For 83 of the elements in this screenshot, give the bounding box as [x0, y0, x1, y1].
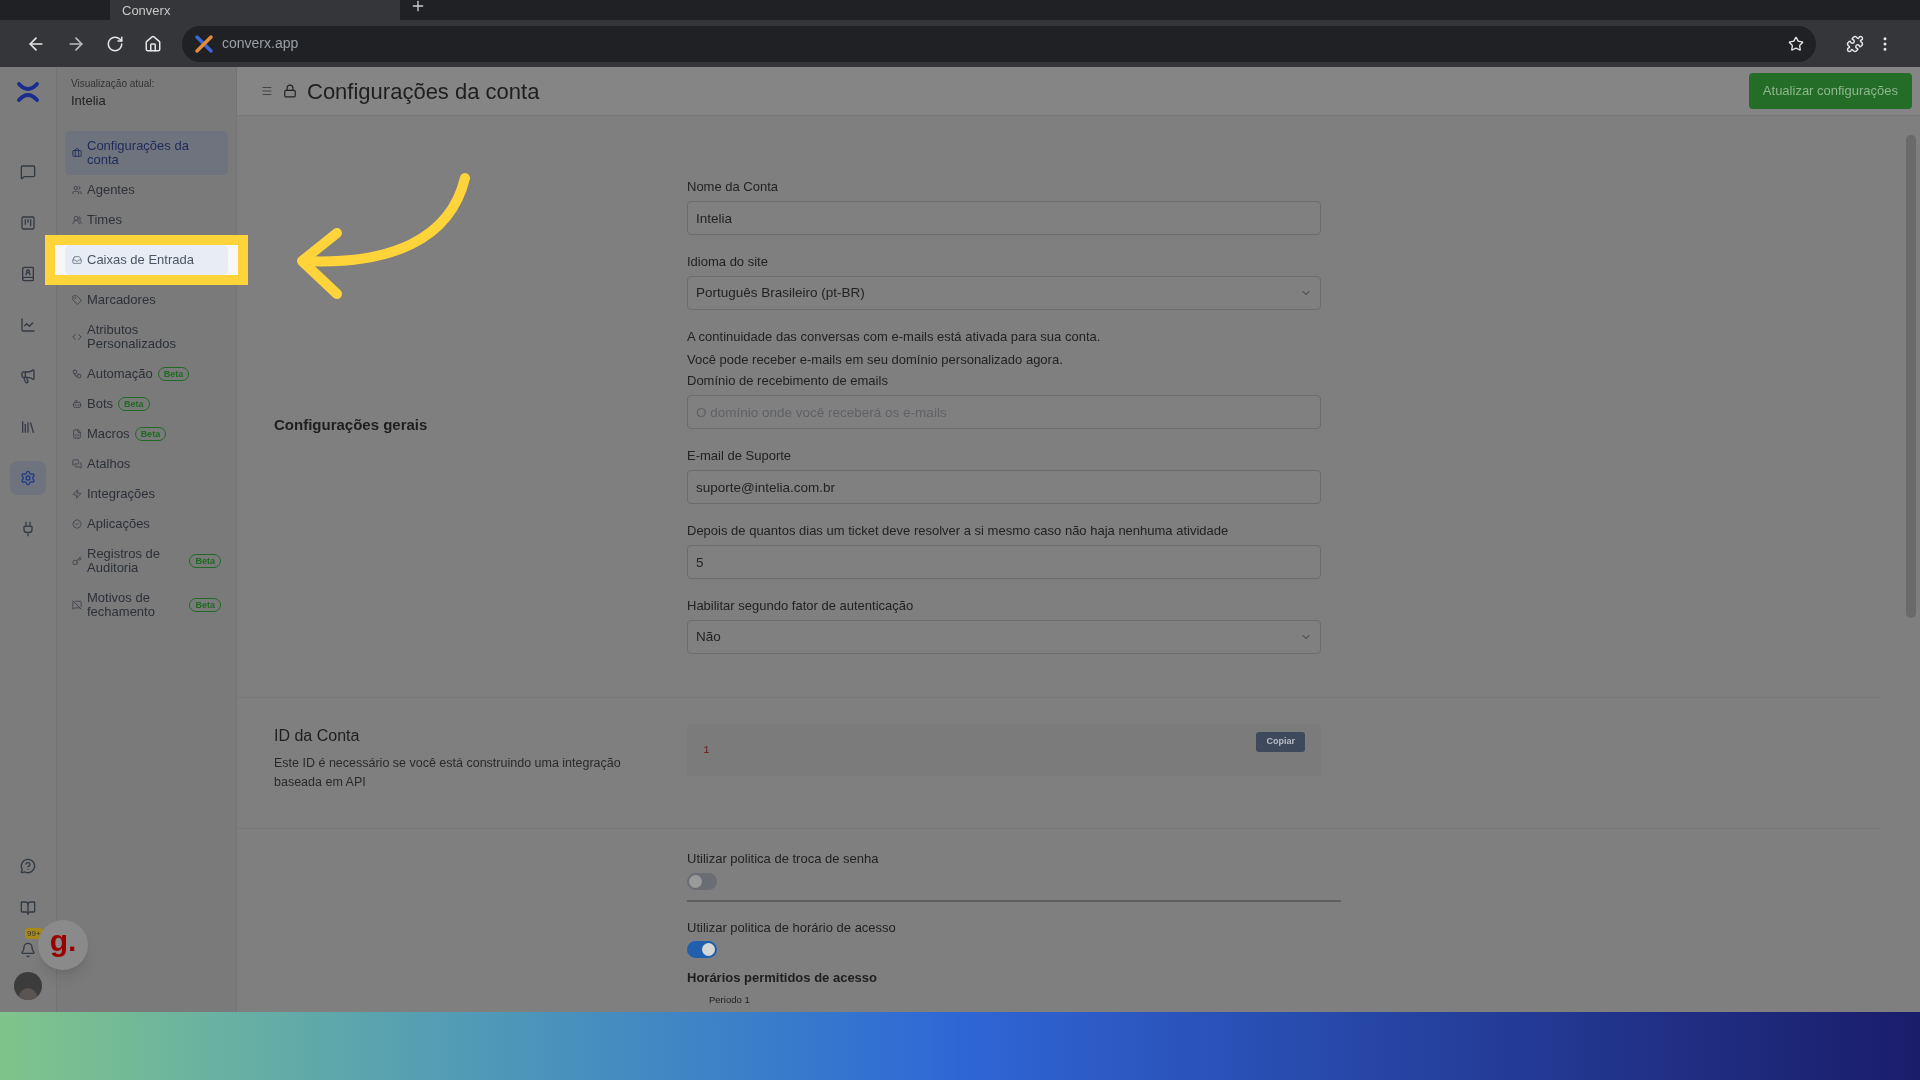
section-description: Este ID é necessário se você está construindo uma integração baseada em API: [274, 755, 622, 791]
browser-tab-title: Converx: [122, 2, 171, 18]
settings-icon: [20, 470, 36, 486]
plug-icon: [20, 521, 36, 537]
contact-book-icon: [20, 266, 36, 282]
account-id-value: 1: [703, 742, 710, 758]
url-text: converx.app: [222, 34, 300, 53]
badge-icon: [72, 519, 82, 529]
code-icon: [72, 332, 82, 342]
settings-menu-item[interactable]: Aplicações: [65, 509, 228, 539]
people-icon: [72, 215, 82, 225]
settings-menu-item[interactable]: Configurações da conta: [65, 131, 228, 175]
kanban-icon: [20, 215, 36, 231]
section-title: ID da Conta: [274, 726, 361, 746]
settings-menu-item[interactable]: Macros Beta: [65, 419, 228, 449]
browser-tab[interactable]: Converx: [110, 0, 400, 20]
settings-menu-item[interactable]: Times: [65, 205, 228, 235]
page-title: Configurações da conta: [307, 77, 540, 106]
chat-icon: [72, 459, 82, 469]
policy-label: Utilizar politica de horário de acesso: [687, 918, 897, 937]
bell-icon[interactable]: [20, 942, 36, 958]
select-field[interactable]: Não: [687, 620, 1321, 654]
chat-icon: [20, 164, 36, 180]
settings-menu-item[interactable]: Motivos de fechamento Beta: [65, 583, 228, 627]
account-view-label: Visualização atual:: [71, 76, 156, 91]
text-field[interactable]: Intelia: [687, 201, 1321, 235]
info-text: Você pode receber e-mails em seu domínio personalizado agora.: [687, 351, 1064, 368]
settings-menu-item[interactable]: Bots Beta: [65, 389, 228, 419]
tag-icon: [72, 295, 82, 305]
extensions-icon[interactable]: [1846, 34, 1864, 53]
section-title: Configurações gerais: [274, 414, 429, 435]
help-icon[interactable]: [20, 858, 36, 874]
info-text: A continuidade das conversas com e-mails está ativada para sua conta.: [687, 328, 1102, 345]
settings-menu-item[interactable]: Caixas de Entrada: [65, 245, 228, 275]
update-settings-button[interactable]: Atualizar configurações: [1748, 73, 1912, 109]
workflow-icon: [72, 369, 82, 379]
select-field[interactable]: Português Brasileiro (pt-BR): [687, 276, 1321, 310]
account-view-panel[interactable]: Visualização atual: Intelia: [65, 73, 228, 113]
menu-icon[interactable]: [261, 85, 273, 97]
library-icon: [20, 419, 36, 435]
robot-icon: [72, 399, 82, 409]
field-label: Depois de quantos dias um ticket deve resolver a si mesmo caso não haja nenhuma atividade: [687, 522, 1230, 539]
megaphone-icon: [20, 368, 36, 384]
inbox-icon: [72, 255, 82, 265]
settings-menu-item[interactable]: Atalhos: [65, 449, 228, 479]
field-label: Habilitar segundo fator de autenticação: [687, 597, 915, 614]
field-label: Nome da Conta: [687, 178, 780, 195]
toggle-switch[interactable]: [687, 872, 717, 890]
book-icon[interactable]: [20, 900, 36, 916]
lock-icon: [283, 84, 297, 98]
address-bar[interactable]: converx.app: [182, 25, 1816, 62]
app-logo-icon[interactable]: [16, 81, 40, 103]
key-icon: [72, 556, 82, 566]
notification-badge: 99+: [25, 928, 43, 939]
file-icon: [72, 429, 82, 439]
settings-menu-item[interactable]: Marcadores: [65, 285, 228, 315]
settings-menu-item[interactable]: Atributos Personalizados: [65, 315, 228, 359]
user-avatar[interactable]: [14, 972, 42, 1000]
account-view-name: Intelia: [71, 91, 107, 110]
chart-icon: [20, 317, 36, 333]
settings-menu-item[interactable]: Automação Beta: [65, 359, 228, 389]
policy-label: Utilizar politica de troca de senha: [687, 850, 880, 868]
people-icon: [72, 185, 82, 195]
settings-menu-item[interactable]: Agentes: [65, 175, 228, 205]
briefcase-icon: [72, 148, 82, 158]
field-label: Domínio de recebimento de emails: [687, 372, 889, 389]
field-label: E-mail de Suporte: [687, 447, 793, 464]
field-label: Idioma do site: [687, 253, 769, 270]
bookmark-star-icon[interactable]: [1788, 35, 1804, 52]
copy-button[interactable]: Copiar: [1256, 732, 1305, 752]
toggle-switch[interactable]: [687, 941, 717, 958]
reload-icon[interactable]: [106, 34, 124, 53]
bolt-icon: [72, 489, 82, 499]
site-logo-icon: [194, 33, 214, 54]
text-field[interactable]: 5: [687, 545, 1321, 579]
chat-off-icon: [72, 600, 82, 610]
settings-menu-item[interactable]: Integrações: [65, 479, 228, 509]
settings-menu-item[interactable]: Registros de Auditoria Beta: [65, 539, 228, 583]
new-tab-icon[interactable]: [410, 0, 426, 14]
home-icon[interactable]: [144, 34, 162, 53]
text-field[interactable]: suporte@intelia.com.br: [687, 470, 1321, 504]
access-hours-title: Horários permitidos de acesso: [687, 969, 878, 987]
period-label: Periodo 1: [708, 993, 750, 1005]
